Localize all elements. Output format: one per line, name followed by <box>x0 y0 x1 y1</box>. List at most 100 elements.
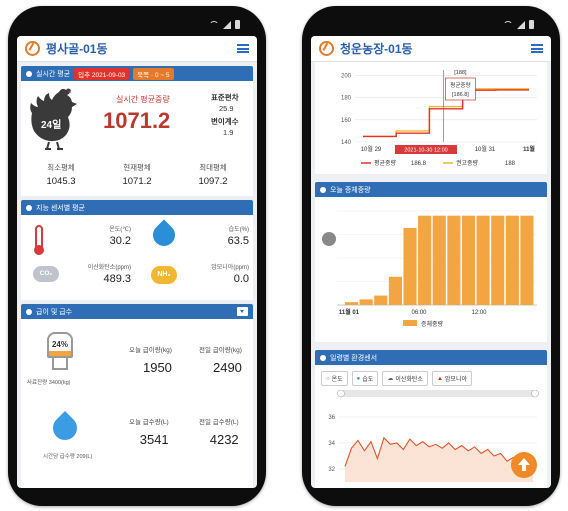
stat-value: 1097.2 <box>198 176 228 187</box>
hamburger-menu-icon[interactable] <box>237 44 249 53</box>
wifi-icon <box>503 21 513 28</box>
nh3-cloud-icon: NH₃ <box>151 266 177 284</box>
range-slider-track <box>339 390 537 397</box>
avg-weight-label: 실시간 평균중량 <box>116 95 170 104</box>
water-drop-icon: ● <box>356 375 361 382</box>
zone-badge: 북쪽 · 0 ~ 5 <box>133 67 174 80</box>
temperature-sensor: 온도(℃) 30.2 <box>25 222 135 258</box>
tooltip-label: 평균중량 <box>450 82 470 89</box>
thermometer-icon <box>34 225 44 255</box>
sensor-label: 암모니아(ppm) <box>211 265 249 271</box>
card-title: 급이 및 급수 <box>36 308 73 316</box>
bar <box>345 302 359 305</box>
silo-tank: 24% <box>47 332 73 358</box>
bar <box>432 215 446 305</box>
today-weight-gain-card: 오늘 증체중량 11월 01 06:00 12:00 증체중량 <box>315 182 547 342</box>
weight-trend-chart: 140160180200[188]평균중량[186.8]10월 2910월 30… <box>341 70 537 167</box>
water-drop-icon <box>148 219 180 251</box>
realtime-average-card: 실시간 평균 입추 2021-09-03 북쪽 · 0 ~ 5 24일 실시간 … <box>21 66 253 196</box>
card-header: 급이 및 급수 <box>21 304 253 319</box>
feed-value: 1950 <box>142 360 172 375</box>
toggle-label: 암모니아 <box>444 377 467 383</box>
stat-label: 최소평체 <box>47 163 75 172</box>
range-slider-handle <box>337 390 345 398</box>
x-tick-label: 10월 31 <box>475 145 496 153</box>
co2-sensor: CO₂ 이산화탄소(ppm) 489.3 <box>25 260 135 296</box>
toggle-co2[interactable]: ☁ 이산화탄소 <box>382 371 428 386</box>
x-tick-label: 06:00 <box>411 310 427 316</box>
weight-trend-chart-card: 140160180200[188]평균중량[186.8]10월 2910월 30… <box>315 62 547 174</box>
silo-legs <box>52 358 68 370</box>
y-tick-label: 32 <box>328 467 335 473</box>
legend-label: 증체중량 <box>421 320 444 328</box>
collapse-button[interactable] <box>237 307 248 316</box>
bar <box>447 215 461 305</box>
x-tick-label: 11월 01 <box>339 308 360 316</box>
card-title: 실시간 평균 <box>36 70 71 78</box>
y-tick-label: 36 <box>328 415 335 421</box>
bar <box>476 215 490 305</box>
sensor-value: 489.3 <box>103 273 131 285</box>
silo-icon: 24% <box>43 326 77 372</box>
status-bar <box>503 20 534 29</box>
y-tick-label: 140 <box>341 140 352 146</box>
toggle-humidity[interactable]: ● 습도 <box>351 371 379 386</box>
weight-gain-bar-chart: 11월 01 06:00 12:00 증체중량 <box>322 210 537 328</box>
phone-left: 평사골-01동 실시간 평균 입추 2021-09-03 북쪽 · 0 ~ 5 … <box>8 6 266 506</box>
temperature-icon: ○ <box>326 375 330 382</box>
cloud-icon: ☁ <box>387 376 394 382</box>
toggle-ammonia[interactable]: ▲ 암모니아 <box>431 371 472 386</box>
toggle-temperature[interactable]: ○ 온도 <box>321 371 348 386</box>
info-icon <box>26 204 32 211</box>
warning-icon: ▲ <box>436 375 443 382</box>
x-tick-label: 11월 <box>523 145 535 153</box>
page-title: 청운농장-01동 <box>340 42 413 56</box>
bar <box>403 227 417 305</box>
zoom-handle-icon <box>322 232 336 246</box>
screen-right: 청운농장-01동 140 160 180 200 [188] 평균중량 [186.8] 10월… <box>311 36 551 488</box>
sensor-label: 온도(℃) <box>109 227 131 233</box>
water-value: 4232 <box>209 432 239 447</box>
card-header: 일령별 환경센서 <box>315 350 547 365</box>
min-weight-stat: 최소평체 1045.3 <box>25 162 97 187</box>
bar <box>359 299 373 305</box>
sensor-value: 0.0 <box>233 273 249 285</box>
bar <box>388 276 402 305</box>
toggle-label: 습도 <box>362 377 374 383</box>
legend-swatch <box>403 320 417 326</box>
co2-cloud-icon: CO₂ <box>33 266 59 282</box>
env-sensor-card: 일령별 환경센서 ○ 온도 ● 습도 ☁ 이산화탄소 ▲ 암모니아 32 34 36 <box>315 350 547 488</box>
phone-right: 청운농장-01동 140 160 180 200 [188] 평균중량 [186.8] 10월… <box>302 6 560 506</box>
battery-icon <box>529 20 534 29</box>
toggle-label: 온도 <box>331 377 343 383</box>
tooltip-top: [188] <box>454 70 467 76</box>
x-highlight-label: 2021-10-30 12:00 <box>404 148 447 154</box>
card-header: 실시간 평균 입추 2021-09-03 북쪽 · 0 ~ 5 <box>21 66 253 81</box>
range-slider-handle <box>531 390 539 398</box>
bar <box>461 215 476 305</box>
stat-value: 1045.3 <box>46 176 76 187</box>
feed-water-card: 급이 및 급수 24% 사료잔량 3400(kg) 오늘 급이량(kg) 195… <box>21 304 253 488</box>
wifi-icon <box>209 21 219 28</box>
farm-logo-icon <box>25 41 40 56</box>
water-caption: 시간당 급수량 209(L) <box>43 454 93 460</box>
card-header: 오늘 증체중량 <box>315 182 547 197</box>
current-weight-stat: 현재평체 1071.2 <box>101 162 173 187</box>
hamburger-menu-icon[interactable] <box>531 44 543 53</box>
water-label: 오늘 급수량(L) <box>129 419 169 426</box>
legend-value: 188 <box>505 161 516 167</box>
scroll-to-top-button[interactable] <box>511 452 537 478</box>
water-drop-icon <box>48 411 82 445</box>
toggle-label: 이산화탄소 <box>395 377 423 383</box>
legend-label: 평균중량 <box>374 159 397 167</box>
silo-caption: 사료잔량 3400(kg) <box>27 380 71 386</box>
screen-left: 평사골-01동 실시간 평균 입추 2021-09-03 북쪽 · 0 ~ 5 … <box>17 36 257 488</box>
y-tick-label: 34 <box>328 441 335 447</box>
bar <box>491 215 505 305</box>
card-title: 오늘 증체중량 <box>330 186 371 194</box>
prev-feed: 전일 급이량(kg) 2490 <box>199 344 242 375</box>
stat-value: 1071.2 <box>122 176 152 187</box>
humidity-sensor: 습도(%) 63.5 <box>143 219 253 258</box>
max-weight-stat: 최대평체 1097.2 <box>177 162 249 187</box>
card-title: 지능 센서별 평균 <box>36 204 85 212</box>
